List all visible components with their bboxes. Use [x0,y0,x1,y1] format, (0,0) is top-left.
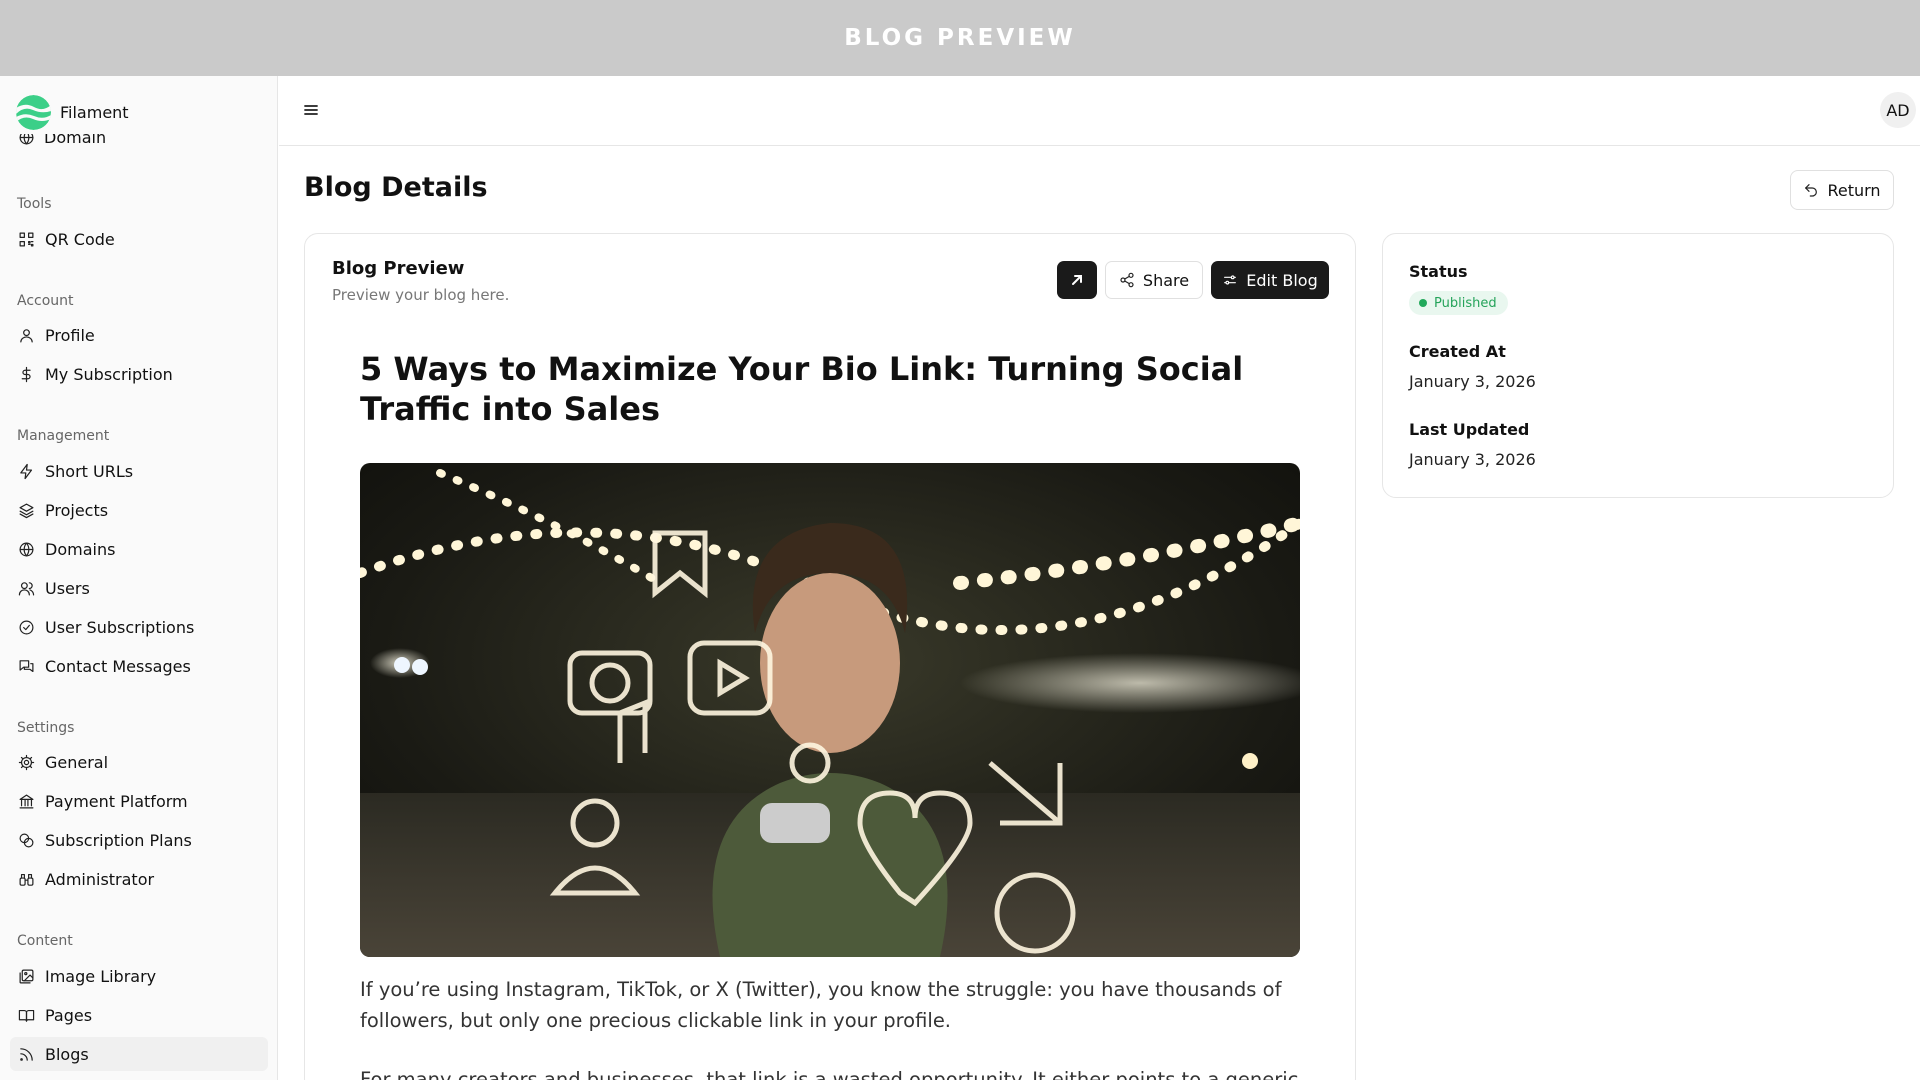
article-title: 5 Ways to Maximize Your Bio Link: Turnin… [360,350,1244,428]
open-external-button[interactable] [1057,261,1097,299]
gear-icon [17,753,35,771]
sidebar-item-subscription-plans[interactable]: Subscription Plans [10,823,268,857]
nav-group-title-management: Management [17,428,110,444]
dollar-icon [17,365,35,383]
layers-icon [17,501,35,519]
qr-code-icon [17,230,35,248]
sidebar-item-label: Domain [44,134,107,147]
blog-meta-card: Status Published Created At January 3, 2… [1382,233,1894,498]
settings-sliders-icon [1224,275,1237,285]
page-title: Blog Details [304,172,488,203]
nav-group-title-account: Account [17,293,74,309]
sidebar-item-label: Profile [45,325,95,345]
return-button-label: Return [1827,180,1881,200]
sidebar-item-label: Users [45,578,90,598]
globe-icon [17,134,35,146]
sidebar-item-pages[interactable]: Pages [10,998,268,1032]
arrow-up-right-icon [1072,275,1082,285]
sidebar-item-short-urls[interactable]: Short URLs [10,454,268,488]
sidebar-item-image-library[interactable]: Image Library [10,959,268,993]
undo-icon [1805,184,1818,197]
filament-logo-icon [16,94,51,130]
sidebar-item-projects[interactable]: Projects [10,493,268,527]
rss-icon [17,1045,35,1063]
sidebar-item-label: Image Library [45,966,157,986]
status-dot-icon [1419,299,1427,307]
sidebar-item-administrator[interactable]: Administrator [10,862,268,896]
users-icon [17,579,35,597]
created-at-value: January 3, 2026 [1409,372,1536,391]
edit-blog-button-label: Edit Blog [1246,270,1318,290]
top-header: AD [279,76,1920,146]
card-subtitle: Preview your blog here. [332,286,510,304]
sidebar-item-label: Blogs [45,1044,89,1064]
return-button[interactable]: Return [1790,170,1894,210]
messages-icon [17,657,35,675]
status-badge-label: Published [1434,295,1497,311]
edit-blog-button[interactable]: Edit Blog [1211,261,1329,299]
sidebar-item-profile[interactable]: Profile [10,318,268,352]
brand-name: Filament [60,102,129,122]
brand[interactable]: Filament [16,94,129,130]
share-button[interactable]: Share [1105,261,1203,299]
user-icon [17,326,35,344]
sidebar-item-users[interactable]: Users [10,571,268,605]
last-updated-value: January 3, 2026 [1409,450,1536,469]
status-label: Status [1409,262,1468,281]
nav-group-title-tools: Tools [17,196,52,212]
sidebar-item-label: User Subscriptions [45,617,195,637]
sidebar-item-label: My Subscription [45,364,173,384]
check-circle-icon [17,618,35,636]
sidebar-item-label: QR Code [45,229,115,249]
sidebar-item-label: Subscription Plans [45,830,192,850]
sidebar-item-payment-platform[interactable]: Payment Platform [10,784,268,818]
sidebar-item-label: Domains [45,539,116,559]
sidebar-item-my-subscription[interactable]: My Subscription [10,357,268,391]
coins-icon [17,831,35,849]
article-paragraph: If you’re using Instagram, TikTok, or X … [360,978,1282,1032]
sidebar-item-label: Contact Messages [45,656,191,676]
article-paragraph: For many creators and businesses, that l… [360,1068,1299,1080]
nav-group-title-settings: Settings [17,720,75,736]
status-badge: Published [1409,291,1508,315]
book-icon [17,1006,35,1024]
sidebar-item-domain[interactable]: Domain [17,134,106,150]
sidebar-item-user-subscriptions[interactable]: User Subscriptions [10,610,268,644]
sidebar-item-label: Pages [45,1005,93,1025]
sidebar-item-qr-code[interactable]: QR Code [10,222,268,256]
sidebar-item-label: Payment Platform [45,791,188,811]
globe-icon [17,540,35,558]
blog-preview-card: Blog Preview Preview your blog here. Sha… [304,233,1356,1080]
sidebar-item-label: Projects [45,500,109,520]
article-hero-image [360,463,1300,957]
binoculars-icon [17,870,35,888]
share-button-label: Share [1142,270,1190,290]
hamburger-menu-icon[interactable] [301,100,321,120]
bank-icon [17,792,35,810]
bolt-icon [17,462,35,480]
sidebar-item-label: Short URLs [45,461,134,481]
sidebar-item-blogs[interactable]: Blogs [10,1037,268,1071]
sidebar-item-contact-messages[interactable]: Contact Messages [10,649,268,683]
avatar[interactable]: AD [1880,92,1916,128]
created-at-label: Created At [1409,342,1506,361]
preview-banner-title: BLOG PREVIEW [844,25,1076,51]
share-icon [1120,272,1134,288]
last-updated-label: Last Updated [1409,420,1530,439]
card-title: Blog Preview [332,258,465,279]
nav-group-title-content: Content [17,933,73,949]
sidebar-item-label: General [45,752,109,772]
sidebar-item-general[interactable]: General [10,745,268,779]
sidebar: Filament Domain Tools QR Code Account Pr… [0,76,278,1080]
preview-banner: BLOG PREVIEW [0,0,1920,76]
images-icon [17,967,35,985]
sidebar-item-domains[interactable]: Domains [10,532,268,566]
sidebar-item-label: Administrator [45,869,155,889]
